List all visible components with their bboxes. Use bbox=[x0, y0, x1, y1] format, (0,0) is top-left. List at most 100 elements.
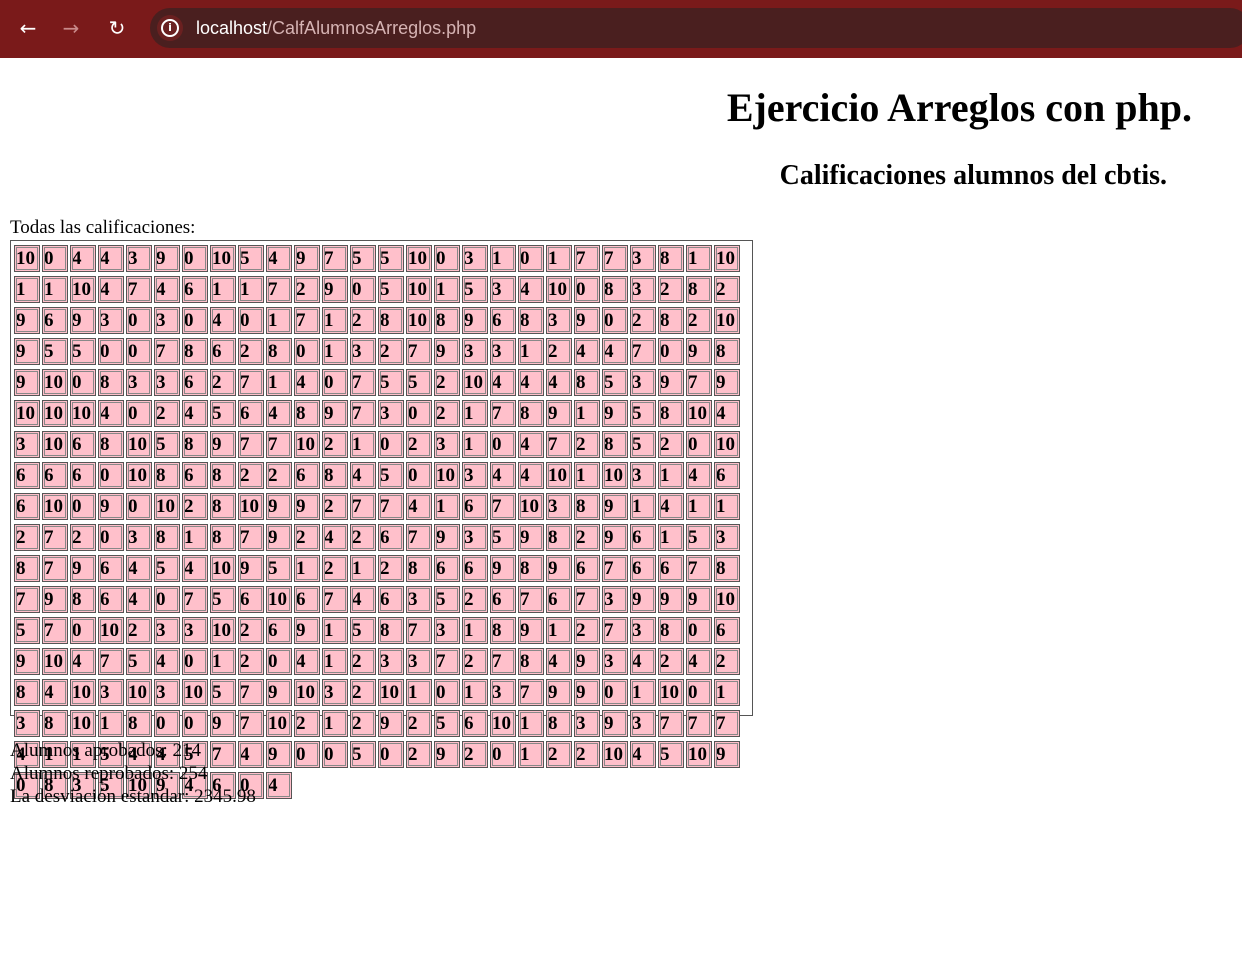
grade-cell: 10 bbox=[294, 679, 320, 706]
grade-cell: 1 bbox=[518, 338, 544, 365]
grade-cell: 0 bbox=[182, 245, 208, 272]
grade-cell: 4 bbox=[686, 462, 712, 489]
grade-cell: 4 bbox=[98, 245, 124, 272]
grade-cell: 3 bbox=[378, 400, 404, 427]
grade-cell: 4 bbox=[518, 276, 544, 303]
grade-cell: 4 bbox=[294, 648, 320, 675]
url-text[interactable]: localhost/CalfAlumnosArreglos.php bbox=[196, 8, 476, 48]
back-arrow-icon[interactable]: ← bbox=[14, 14, 42, 42]
grade-cell: 1 bbox=[42, 276, 68, 303]
grade-cell: 7 bbox=[658, 710, 684, 737]
grade-cell: 7 bbox=[406, 338, 432, 365]
grade-cell: 3 bbox=[630, 369, 656, 396]
grade-cell: 9 bbox=[70, 307, 96, 334]
grade-cell: 0 bbox=[154, 586, 180, 613]
grade-cell: 3 bbox=[154, 307, 180, 334]
grade-cell: 6 bbox=[546, 586, 572, 613]
grade-cell: 9 bbox=[602, 493, 628, 520]
grade-cell: 7 bbox=[182, 586, 208, 613]
grade-cell: 9 bbox=[266, 493, 292, 520]
grade-cell: 3 bbox=[154, 369, 180, 396]
grade-cell: 6 bbox=[378, 524, 404, 551]
grade-cell: 3 bbox=[462, 338, 488, 365]
grade-cell: 1 bbox=[630, 679, 656, 706]
forward-arrow-icon[interactable]: → bbox=[57, 14, 85, 42]
grade-cell: 10 bbox=[406, 245, 432, 272]
grades-label: Todas las calificaciones: bbox=[10, 217, 196, 238]
grade-cell: 7 bbox=[686, 555, 712, 582]
grade-cell: 10 bbox=[686, 741, 712, 768]
grade-cell: 8 bbox=[714, 338, 740, 365]
grade-cell: 3 bbox=[462, 524, 488, 551]
grade-cell: 2 bbox=[714, 648, 740, 675]
grade-cell: 3 bbox=[350, 338, 376, 365]
grade-cell: 9 bbox=[238, 555, 264, 582]
grade-cell: 3 bbox=[714, 524, 740, 551]
grade-cell: 4 bbox=[490, 369, 516, 396]
grade-cell: 1 bbox=[14, 276, 40, 303]
grade-cell: 8 bbox=[182, 338, 208, 365]
grade-cell: 10 bbox=[42, 648, 68, 675]
grade-cell: 5 bbox=[42, 338, 68, 365]
grade-cell: 5 bbox=[686, 524, 712, 551]
grade-cell: 9 bbox=[42, 586, 68, 613]
grade-cell: 0 bbox=[126, 338, 152, 365]
grade-cell: 0 bbox=[70, 493, 96, 520]
grade-cell: 8 bbox=[602, 431, 628, 458]
grade-cell: 7 bbox=[350, 493, 376, 520]
grade-cell: 6 bbox=[294, 462, 320, 489]
grade-cell: 4 bbox=[518, 369, 544, 396]
grade-cell: 5 bbox=[350, 245, 376, 272]
grade-cell: 8 bbox=[714, 555, 740, 582]
grade-cell: 9 bbox=[14, 648, 40, 675]
grade-cell: 8 bbox=[266, 338, 292, 365]
grade-cell: 0 bbox=[126, 493, 152, 520]
grade-cell: 3 bbox=[602, 586, 628, 613]
grade-cell: 5 bbox=[490, 524, 516, 551]
grade-cell: 3 bbox=[462, 462, 488, 489]
grade-cell: 10 bbox=[126, 679, 152, 706]
grade-cell: 1 bbox=[518, 741, 544, 768]
grade-cell: 8 bbox=[98, 369, 124, 396]
grade-cell: 2 bbox=[350, 648, 376, 675]
grade-cell: 5 bbox=[434, 586, 460, 613]
grade-cell: 6 bbox=[98, 555, 124, 582]
grade-cell: 8 bbox=[378, 307, 404, 334]
grade-cell: 1 bbox=[490, 245, 516, 272]
grade-cell: 4 bbox=[126, 586, 152, 613]
grade-cell: 1 bbox=[294, 555, 320, 582]
grade-cell: 2 bbox=[462, 741, 488, 768]
grade-cell: 5 bbox=[154, 555, 180, 582]
grade-cell: 5 bbox=[462, 276, 488, 303]
grade-cell: 8 bbox=[434, 307, 460, 334]
grade-cell: 7 bbox=[602, 245, 628, 272]
grade-cell: 6 bbox=[378, 586, 404, 613]
grade-cell: 2 bbox=[238, 617, 264, 644]
grade-cell: 8 bbox=[14, 679, 40, 706]
site-info-icon[interactable]: i bbox=[157, 15, 183, 41]
grade-cell: 0 bbox=[70, 617, 96, 644]
grade-cell: 3 bbox=[434, 431, 460, 458]
grade-cell: 9 bbox=[686, 586, 712, 613]
grade-cell: 7 bbox=[238, 710, 264, 737]
reload-icon[interactable]: ↻ bbox=[103, 14, 131, 42]
grade-cell: 0 bbox=[490, 431, 516, 458]
grade-cell: 0 bbox=[238, 307, 264, 334]
grade-cell: 2 bbox=[658, 431, 684, 458]
grade-cell: 9 bbox=[518, 524, 544, 551]
grade-cell: 7 bbox=[14, 586, 40, 613]
grade-cell: 9 bbox=[574, 307, 600, 334]
grade-cell: 9 bbox=[210, 431, 236, 458]
grade-cell: 8 bbox=[14, 555, 40, 582]
grade-cell: 3 bbox=[126, 245, 152, 272]
grade-cell: 7 bbox=[686, 369, 712, 396]
grade-cell: 6 bbox=[14, 462, 40, 489]
grade-cell: 1 bbox=[686, 245, 712, 272]
grade-cell: 0 bbox=[602, 307, 628, 334]
grade-cell: 4 bbox=[210, 307, 236, 334]
grade-cell: 3 bbox=[14, 710, 40, 737]
address-bar[interactable]: i localhost/CalfAlumnosArreglos.php bbox=[150, 8, 1242, 48]
grade-cell: 8 bbox=[322, 462, 348, 489]
grade-cell: 0 bbox=[434, 679, 460, 706]
grade-cell: 7 bbox=[322, 586, 348, 613]
